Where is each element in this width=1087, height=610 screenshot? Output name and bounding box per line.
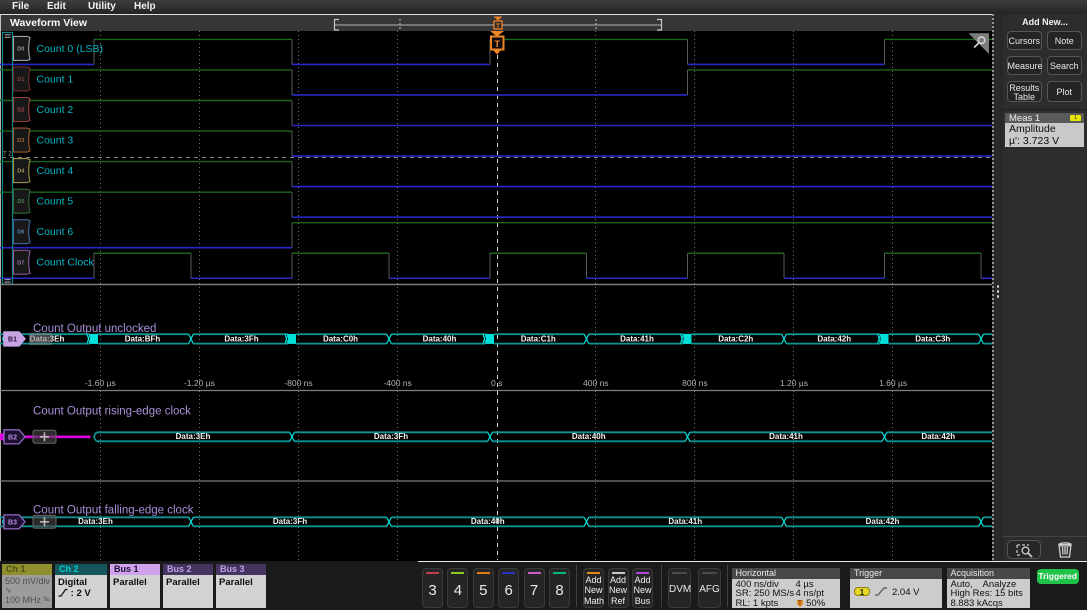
svg-text:Data:42h: Data:42h — [817, 334, 851, 343]
svg-text:D5: D5 — [17, 199, 24, 205]
svg-text:Data:42h: Data:42h — [866, 517, 900, 526]
svg-text:400 ns: 400 ns — [583, 378, 609, 388]
svg-text:Data:3Eh: Data:3Eh — [176, 432, 211, 441]
svg-text:Count Output rising-edge clock: Count Output rising-edge clock — [33, 406, 191, 418]
svg-text:B2: B2 — [8, 434, 17, 441]
svg-text:0 s: 0 s — [491, 378, 502, 388]
svg-text:Data:C1h: Data:C1h — [521, 334, 556, 343]
svg-text:Count 1: Count 1 — [37, 73, 74, 85]
svg-text:800 ns: 800 ns — [682, 378, 708, 388]
svg-text:Count Clock: Count Clock — [37, 257, 95, 269]
svg-text:Count 2: Count 2 — [37, 104, 74, 116]
svg-text:D0: D0 — [17, 46, 24, 52]
svg-text:Data:41h: Data:41h — [769, 432, 803, 441]
svg-text:B1: B1 — [8, 337, 17, 344]
svg-text:Data:3Fh: Data:3Fh — [224, 334, 258, 343]
svg-text:Count 5: Count 5 — [37, 196, 74, 208]
svg-text:Count Output falling-edge cloc: Count Output falling-edge clock — [33, 505, 194, 517]
svg-text:D1: D1 — [17, 77, 24, 83]
svg-text:Data:40h: Data:40h — [572, 432, 606, 441]
svg-text:-800 ns: -800 ns — [284, 378, 312, 388]
svg-text:D2: D2 — [17, 108, 24, 114]
svg-text:Data:40h: Data:40h — [423, 334, 457, 343]
svg-text:T 2: T 2 — [3, 152, 12, 158]
svg-text:Count 6: Count 6 — [37, 226, 74, 238]
svg-text:Data:C2h: Data:C2h — [718, 334, 753, 343]
svg-text:Count 0 (LSB): Count 0 (LSB) — [37, 43, 104, 55]
svg-text:Count 4: Count 4 — [37, 165, 74, 177]
svg-text:Data:BFh: Data:BFh — [125, 334, 161, 343]
svg-text:B3: B3 — [8, 519, 17, 526]
svg-text:D6: D6 — [17, 230, 24, 236]
svg-text:D3: D3 — [17, 138, 24, 144]
svg-text:T: T — [494, 39, 500, 50]
svg-text:D7: D7 — [17, 260, 24, 266]
svg-text:D4: D4 — [17, 169, 25, 175]
svg-text:-1.60 µs: -1.60 µs — [85, 378, 116, 388]
svg-text:Data:C3h: Data:C3h — [915, 334, 950, 343]
svg-text:-400 ns: -400 ns — [383, 378, 411, 388]
svg-text:Data:3Fh: Data:3Fh — [273, 517, 307, 526]
svg-text:Data:41h: Data:41h — [620, 334, 654, 343]
svg-text:Data:40h: Data:40h — [471, 517, 505, 526]
svg-text:1.20 µs: 1.20 µs — [780, 378, 808, 388]
svg-text:Data:42h: Data:42h — [921, 432, 955, 441]
svg-text:T: T — [496, 23, 500, 30]
svg-text:-1.20 µs: -1.20 µs — [184, 378, 215, 388]
svg-text:Data:41h: Data:41h — [668, 517, 702, 526]
svg-text:Data:C0h: Data:C0h — [323, 334, 358, 343]
svg-text:Data:3Eh: Data:3Eh — [78, 517, 113, 526]
svg-text:Count 3: Count 3 — [37, 134, 74, 146]
svg-text:Data:3Fh: Data:3Fh — [374, 432, 408, 441]
svg-text:1.60 µs: 1.60 µs — [879, 378, 907, 388]
svg-text:T: T — [798, 601, 802, 607]
